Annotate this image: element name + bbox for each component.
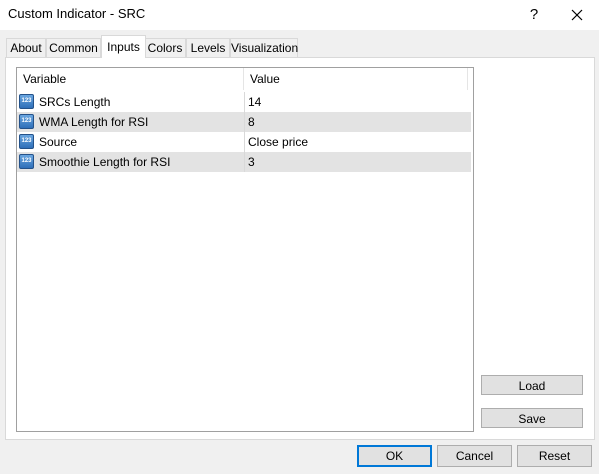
load-button[interactable]: Load [481, 375, 583, 395]
close-button[interactable] [563, 3, 591, 27]
tab-levels[interactable]: Levels [186, 38, 230, 57]
tab-about[interactable]: About [6, 38, 46, 57]
tab-common[interactable]: Common [46, 38, 101, 57]
inputs-panel: Variable Value 123 SRCs Length 14 123 WM… [5, 57, 595, 440]
integer-icon: 123 [19, 94, 34, 109]
variable-cell: 123 Source [17, 132, 243, 152]
integer-icon: 123 [19, 134, 34, 149]
tab-colors[interactable]: Colors [144, 38, 186, 57]
reset-button[interactable]: Reset [517, 445, 592, 467]
variable-name: SRCs Length [39, 95, 111, 109]
table-row[interactable]: 123 Source Close price [17, 132, 471, 152]
integer-icon: 123 [19, 154, 34, 169]
table-row[interactable]: 123 Smoothie Length for RSI 3 [17, 152, 471, 172]
integer-icon: 123 [19, 114, 34, 129]
grid-header: Variable Value [17, 68, 471, 91]
table-row[interactable]: 123 SRCs Length 14 [17, 92, 471, 112]
variable-name: WMA Length for RSI [39, 115, 149, 129]
value-cell[interactable]: Close price [244, 132, 468, 152]
variable-name: Source [39, 135, 78, 149]
column-header-variable[interactable]: Variable [17, 68, 244, 90]
save-button[interactable]: Save [481, 408, 583, 428]
variable-cell: 123 WMA Length for RSI [17, 112, 243, 132]
ok-button[interactable]: OK [357, 445, 432, 467]
variable-cell: 123 SRCs Length [17, 92, 243, 112]
variable-cell: 123 Smoothie Length for RSI [17, 152, 243, 172]
value-cell[interactable]: 8 [244, 112, 468, 132]
close-icon [571, 9, 583, 21]
value-cell[interactable]: 14 [244, 92, 468, 112]
help-button[interactable]: ? [522, 3, 546, 27]
value-cell[interactable]: 3 [244, 152, 468, 172]
table-row[interactable]: 123 WMA Length for RSI 8 [17, 112, 471, 132]
tab-inputs[interactable]: Inputs [101, 35, 146, 58]
variable-name: Smoothie Length for RSI [39, 155, 171, 169]
window-title: Custom Indicator - SRC [8, 6, 146, 21]
title-bar: Custom Indicator - SRC ? [0, 0, 599, 30]
cancel-button[interactable]: Cancel [437, 445, 512, 467]
tab-visualization[interactable]: Visualization [230, 38, 298, 57]
inputs-grid[interactable]: Variable Value 123 SRCs Length 14 123 WM… [16, 67, 474, 432]
column-header-value[interactable]: Value [244, 68, 468, 90]
